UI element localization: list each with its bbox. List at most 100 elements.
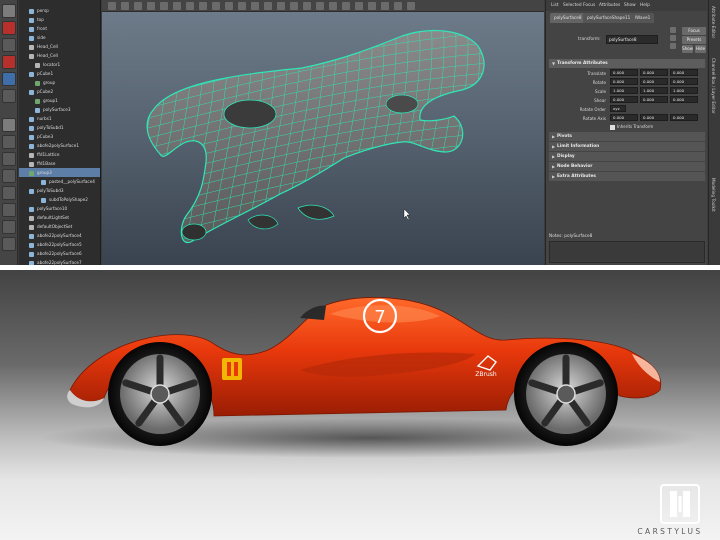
layout-uv-icon[interactable] <box>2 220 16 234</box>
outliner-item[interactable]: Head_Cell <box>19 51 100 60</box>
outliner-item[interactable]: group <box>19 78 100 87</box>
viewport-toolbar-icon[interactable] <box>355 2 363 10</box>
translate-z-field[interactable]: 0.000 <box>670 69 698 76</box>
viewport-toolbar-icon[interactable] <box>212 2 220 10</box>
move-tool-icon[interactable] <box>2 38 16 52</box>
viewport-toolbar-icon[interactable] <box>329 2 337 10</box>
side-tab-channel-box[interactable]: Channel Box / Layer Editor <box>711 58 716 114</box>
viewport-toolbar-icon[interactable] <box>225 2 233 10</box>
viewport-3d[interactable] <box>102 0 544 265</box>
outliner-item[interactable]: defaultObjectSet <box>19 222 100 231</box>
viewport-toolbar-icon[interactable] <box>394 2 402 10</box>
side-tab-attribute-editor[interactable]: Attribute Editor <box>711 6 716 38</box>
viewport-toolbar-icon[interactable] <box>264 2 272 10</box>
go-input-icon[interactable] <box>670 27 676 33</box>
outliner-item[interactable]: nurbs1 <box>19 114 100 123</box>
section-extra-attributes[interactable]: ▶ Extra Attributes <box>549 172 705 181</box>
scale-x-field[interactable]: 1.000 <box>610 87 638 94</box>
menu-attributes[interactable]: Attributes <box>599 3 620 8</box>
viewport-toolbar-icon[interactable] <box>290 2 298 10</box>
rotate-axis-z-field[interactable]: 0.000 <box>670 114 698 121</box>
layout-four-icon[interactable] <box>2 135 16 149</box>
section-node-behavior[interactable]: ▶ Node Behavior <box>549 162 705 171</box>
rotate-axis-y-field[interactable]: 0.000 <box>640 114 668 121</box>
viewport-toolbar-icon[interactable] <box>173 2 181 10</box>
outliner-item[interactable]: abofe22polySurface5 <box>19 240 100 249</box>
outliner-item[interactable]: group3 <box>19 168 100 177</box>
viewport-toolbar-icon[interactable] <box>342 2 350 10</box>
outliner-item[interactable]: group1 <box>19 96 100 105</box>
rotate-tool-icon[interactable] <box>2 55 16 69</box>
layout-graph-icon[interactable] <box>2 186 16 200</box>
viewport-toolbar-icon[interactable] <box>199 2 207 10</box>
viewport-toolbar-icon[interactable] <box>407 2 415 10</box>
shear-z-field[interactable]: 0.000 <box>670 96 698 103</box>
outliner-item[interactable]: defaultLightSet <box>19 213 100 222</box>
layout-custom-icon[interactable] <box>2 237 16 251</box>
viewport-toolbar-icon[interactable] <box>277 2 285 10</box>
outliner-item[interactable]: pCube1 <box>19 69 100 78</box>
section-display[interactable]: ▶ Display <box>549 152 705 161</box>
outliner-item[interactable]: polyToSubd1 <box>19 123 100 132</box>
manipulator-tool-icon[interactable] <box>2 89 16 103</box>
viewport-toolbar-icon[interactable] <box>251 2 259 10</box>
rotate-x-field[interactable]: 0.000 <box>610 78 638 85</box>
viewport-toolbar-icon[interactable] <box>134 2 142 10</box>
outliner-item[interactable]: polySurface3 <box>19 105 100 114</box>
scale-tool-icon[interactable] <box>2 72 16 86</box>
outliner-item[interactable]: pasted__polySurface4 <box>19 177 100 186</box>
viewport-toolbar-icon[interactable] <box>381 2 389 10</box>
translate-y-field[interactable]: 0.000 <box>640 69 668 76</box>
layout-hypershade-icon[interactable] <box>2 203 16 217</box>
outliner-item[interactable]: pCube3 <box>19 132 100 141</box>
outliner-item[interactable]: top <box>19 15 100 24</box>
outliner-item[interactable]: ffd1Base <box>19 159 100 168</box>
menu-help[interactable]: Help <box>640 3 650 8</box>
outliner-item[interactable]: abofe2polySurface1 <box>19 141 100 150</box>
focus-button[interactable]: Focus <box>682 27 706 35</box>
outliner-item[interactable]: ffd1Lattice <box>19 150 100 159</box>
scale-y-field[interactable]: 1.000 <box>640 87 668 94</box>
outliner-item[interactable]: abofe22polySurface7 <box>19 258 100 265</box>
viewport-toolbar-icon[interactable] <box>186 2 194 10</box>
copy-tab-icon[interactable] <box>670 43 676 49</box>
notes-textarea[interactable] <box>549 241 705 263</box>
outliner-item[interactable]: polyToSubd3 <box>19 186 100 195</box>
viewport-toolbar-icon[interactable] <box>121 2 129 10</box>
go-output-icon[interactable] <box>670 35 676 41</box>
outliner-item[interactable]: abofe22polySurface6 <box>19 249 100 258</box>
viewport-toolbar-icon[interactable] <box>147 2 155 10</box>
rotate-y-field[interactable]: 0.000 <box>640 78 668 85</box>
menu-list[interactable]: List <box>551 3 559 8</box>
viewport-toolbar-icon[interactable] <box>108 2 116 10</box>
outliner-item[interactable]: side <box>19 33 100 42</box>
viewport-toolbar-icon[interactable] <box>303 2 311 10</box>
rotate-axis-x-field[interactable]: 0.000 <box>610 114 638 121</box>
rotate-order-select[interactable]: xyz <box>610 105 626 112</box>
outliner-item[interactable]: polySurface10 <box>19 204 100 213</box>
viewport-toolbar-icon[interactable] <box>368 2 376 10</box>
rotate-z-field[interactable]: 0.000 <box>670 78 698 85</box>
layout-single-icon[interactable] <box>2 118 16 132</box>
section-transform-attributes[interactable]: ▼ Transform Attributes <box>549 59 705 68</box>
transform-name-field[interactable]: polySurface8 <box>606 35 658 44</box>
lasso-tool-icon[interactable] <box>2 21 16 35</box>
viewport-toolbar-icon[interactable] <box>316 2 324 10</box>
presets-button[interactable]: Presets <box>682 36 706 44</box>
shear-y-field[interactable]: 0.000 <box>640 96 668 103</box>
shear-x-field[interactable]: 0.000 <box>610 96 638 103</box>
outliner-item[interactable]: Head_Cell <box>19 42 100 51</box>
viewport-toolbar-icon[interactable] <box>238 2 246 10</box>
translate-x-field[interactable]: 0.000 <box>610 69 638 76</box>
side-tab-modeling-toolkit[interactable]: Modeling Toolkit <box>711 178 716 212</box>
section-limit-information[interactable]: ▶ Limit Information <box>549 142 705 151</box>
layout-outliner-icon[interactable] <box>2 169 16 183</box>
outliner-item[interactable]: abofe22polySurface4 <box>19 231 100 240</box>
hide-button[interactable]: Hide <box>695 45 706 53</box>
menu-selected[interactable]: Selected <box>563 3 582 8</box>
show-button[interactable]: Show <box>682 45 693 53</box>
outliner-item[interactable]: pCube2 <box>19 87 100 96</box>
outliner-item[interactable]: subdToPolyShape2 <box>19 195 100 204</box>
tab-transform-node[interactable]: polySurface8 <box>550 13 586 23</box>
outliner-item[interactable]: persp <box>19 6 100 15</box>
